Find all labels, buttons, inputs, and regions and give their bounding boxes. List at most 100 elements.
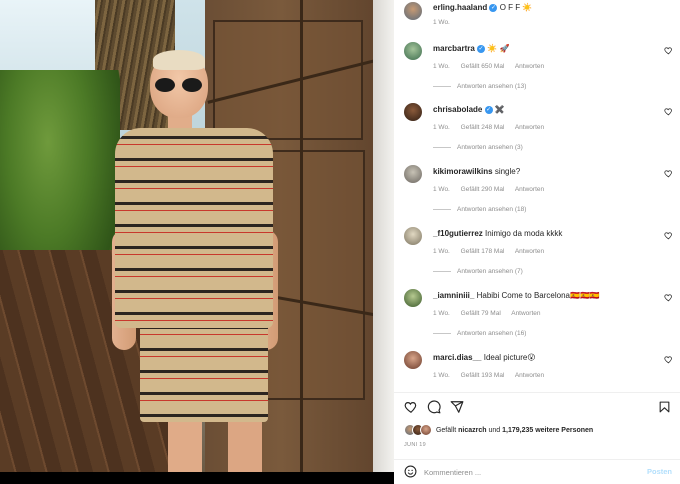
post-comment-button[interactable]: Posten (647, 467, 672, 476)
comment-username[interactable]: kikimorawilkins (433, 167, 493, 176)
view-replies-label: Antworten ansehen (18) (457, 206, 527, 213)
comment-likes[interactable]: Gefällt 650 Mal (461, 63, 505, 70)
caption-line: erling.haaland ✓ O F F ☀️ (433, 3, 532, 12)
view-replies-button[interactable]: Antworten ansehen (18) (433, 206, 526, 213)
caption-age[interactable]: 1 Wo. (433, 19, 450, 26)
comment-username[interactable]: marcbartra (433, 44, 475, 53)
comment-text: ☀️ 🚀 (487, 44, 510, 53)
comment-reply-button[interactable]: Antworten (515, 63, 544, 70)
comment-age[interactable]: 1 Wo. (433, 63, 450, 70)
likes-count[interactable]: 1,179,235 weitere Personen (502, 427, 593, 434)
view-replies-label: Antworten ansehen (3) (457, 144, 523, 151)
caption-sun-emoji: ☀️ (522, 3, 533, 13)
view-replies-button[interactable]: Antworten ansehen (13) (433, 83, 526, 90)
comment-reply-button[interactable]: Antworten (511, 310, 540, 317)
comment-text-line: marci.dias__ Ideal picture😮 (433, 353, 536, 362)
comment-reply-button[interactable]: Antworten (515, 186, 544, 193)
photo-white-post (373, 0, 394, 472)
comment-likes[interactable]: Gefällt 193 Mal (461, 372, 505, 379)
comment-avatar[interactable] (404, 165, 422, 183)
comment-likes[interactable]: Gefällt 290 Mal (461, 186, 505, 193)
comment-bubble-icon[interactable] (427, 400, 441, 414)
actions-divider (394, 392, 680, 393)
post-photo[interactable] (0, 0, 394, 472)
comment-age[interactable]: 1 Wo. (433, 186, 450, 193)
likes-summary: Gefällt nicazrch und 1,179,235 weitere P… (404, 424, 593, 438)
person-sunglasses (155, 78, 203, 92)
heart-outline-icon[interactable] (404, 400, 418, 414)
verified-badge-icon: ✓ (477, 44, 486, 53)
comment-avatar[interactable] (404, 227, 422, 245)
person-hair (153, 50, 205, 70)
comment-like-heart-icon[interactable] (664, 107, 673, 116)
person-striped-shirt (115, 128, 273, 328)
view-replies-button[interactable]: Antworten ansehen (16) (433, 330, 526, 337)
comment-meta: 1 Wo. Gefällt 193 Mal Antworten (433, 372, 553, 379)
door-panel-bottom (265, 150, 365, 400)
comment-meta: 1 Wo. Gefällt 79 Mal Antworten (433, 310, 550, 317)
replies-dash (433, 208, 451, 210)
view-replies-label: Antworten ansehen (16) (457, 330, 527, 337)
comment-text: single? (494, 167, 521, 176)
comment-like-heart-icon[interactable] (664, 293, 673, 302)
comment-text-line: _iamniniii_ Habibi Come to Barcelona🇪🇸🇪🇸… (433, 291, 600, 300)
comment-avatar[interactable] (404, 351, 422, 369)
comment-item: marcbartra ✓ ☀️ 🚀 1 Wo. Gefällt 650 Mal … (394, 42, 680, 104)
comment-age[interactable]: 1 Wo. (433, 310, 450, 317)
comment-age[interactable]: 1 Wo. (433, 124, 450, 131)
door-seam (300, 0, 303, 472)
view-replies-label: Antworten ansehen (7) (457, 268, 523, 275)
post-date[interactable]: JUNI 19 (404, 442, 426, 448)
view-replies-button[interactable]: Antworten ansehen (3) (433, 144, 523, 151)
post-caption: erling.haaland ✓ O F F ☀️ 1 Wo. (394, 0, 680, 32)
comment-item: _f10gutierrez Inimigo da moda kkkk 1 Wo.… (394, 227, 680, 289)
comment-age[interactable]: 1 Wo. (433, 248, 450, 255)
comment-text: Ideal picture😮 (483, 353, 536, 362)
comment-likes[interactable]: Gefällt 178 Mal (461, 248, 505, 255)
comment-likes[interactable]: Gefällt 79 Mal (461, 310, 501, 317)
comment-input[interactable] (424, 465, 624, 479)
replies-dash (433, 332, 451, 334)
comment-username[interactable]: chrisabolade (433, 105, 482, 114)
comment-meta: 1 Wo. Gefällt 290 Mal Antworten (433, 186, 553, 193)
comment-username[interactable]: _iamniniii_ (433, 291, 474, 300)
verified-badge-icon: ✓ (484, 105, 493, 114)
comment-item: kikimorawilkins single? 1 Wo. Gefällt 29… (394, 165, 680, 227)
comment-text-line: chrisabolade ✓ ✖️ (433, 105, 505, 114)
comment-avatar[interactable] (404, 42, 422, 60)
comment-like-heart-icon[interactable] (664, 231, 673, 240)
comment-item: chrisabolade ✓ ✖️ 1 Wo. Gefällt 248 Mal … (394, 103, 680, 165)
comment-like-heart-icon[interactable] (664, 355, 673, 364)
comment-text-line: _f10gutierrez Inimigo da moda kkkk (433, 229, 562, 238)
view-replies-button[interactable]: Antworten ansehen (7) (433, 268, 523, 275)
smiley-icon[interactable] (404, 465, 417, 478)
verified-badge-icon: ✓ (489, 3, 498, 12)
liker-avatar (420, 424, 432, 436)
comment-like-heart-icon[interactable] (664, 46, 673, 55)
comment-username[interactable]: _f10gutierrez (433, 229, 483, 238)
likes-prefix: Gefällt (435, 426, 457, 434)
comment-text-line: kikimorawilkins single? (433, 167, 520, 176)
comment-age[interactable]: 1 Wo. (433, 372, 450, 379)
author-username[interactable]: erling.haaland (433, 3, 487, 12)
comment-composer: Posten (394, 460, 680, 484)
comment-like-heart-icon[interactable] (664, 169, 673, 178)
comment-reply-button[interactable]: Antworten (515, 124, 544, 131)
bookmark-icon[interactable] (658, 400, 671, 414)
paper-plane-icon[interactable] (450, 400, 464, 414)
comment-reply-button[interactable]: Antworten (515, 372, 544, 379)
comment-item: _iamniniii_ Habibi Come to Barcelona🇪🇸🇪🇸… (394, 289, 680, 351)
caption-text: O F F (499, 3, 521, 12)
likes-user[interactable]: nicazrch (458, 427, 486, 434)
comment-text-line: marcbartra ✓ ☀️ 🚀 (433, 44, 509, 53)
person-striped-shorts (140, 318, 268, 422)
author-avatar[interactable] (404, 2, 422, 20)
comment-likes[interactable]: Gefällt 248 Mal (461, 124, 505, 131)
comment-text: Inimigo da moda kkkk (485, 229, 563, 238)
comment-avatar[interactable] (404, 289, 422, 307)
comment-text: ✖️ (494, 105, 505, 114)
comment-avatar[interactable] (404, 103, 422, 121)
comment-username[interactable]: marci.dias__ (433, 353, 481, 362)
photo-bottom-strip (0, 472, 394, 484)
comment-reply-button[interactable]: Antworten (515, 248, 544, 255)
